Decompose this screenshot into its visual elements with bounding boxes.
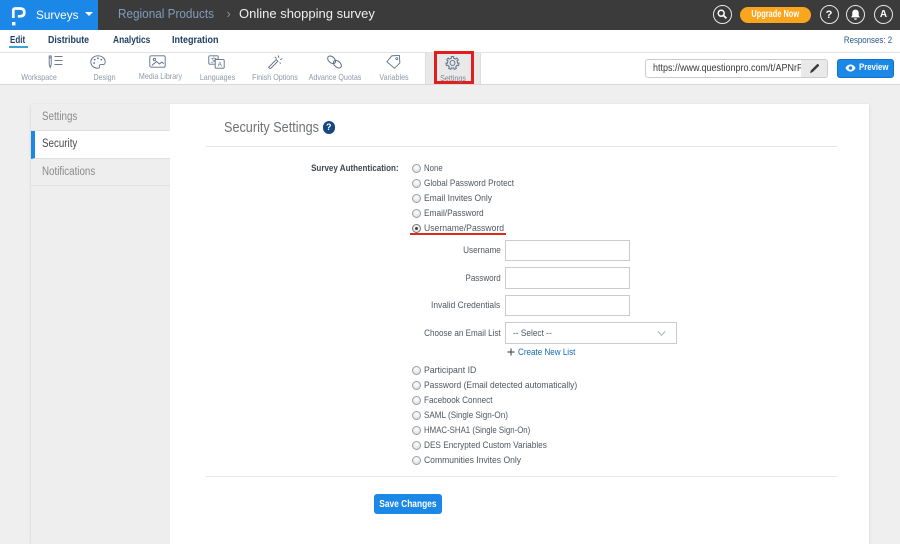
svg-text:A: A xyxy=(217,61,222,68)
